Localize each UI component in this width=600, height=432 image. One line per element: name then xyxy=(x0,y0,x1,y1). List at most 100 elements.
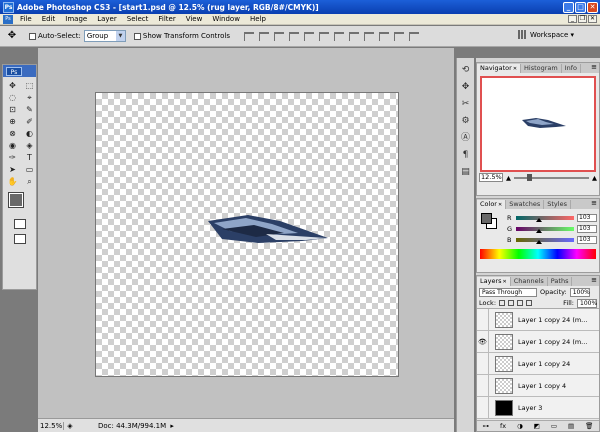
tab-info[interactable]: Info xyxy=(562,64,582,73)
slider-knob[interactable] xyxy=(536,228,543,233)
auto-select-checkbox[interactable]: Auto-Select: xyxy=(29,32,81,40)
menu-edit[interactable]: Edit xyxy=(37,14,61,25)
tab-histogram[interactable]: Histogram xyxy=(521,64,562,73)
path-select-tool-icon[interactable]: ➤ xyxy=(5,164,20,175)
tab-layers[interactable]: Layers✕ xyxy=(477,277,511,286)
lock-position-icon[interactable] xyxy=(517,300,524,306)
tab-swatches[interactable]: Swatches xyxy=(506,200,545,209)
layer-visibility-eye-icon[interactable] xyxy=(477,374,489,397)
color-spectrum-bar[interactable] xyxy=(480,249,596,259)
close-button[interactable]: ✕ xyxy=(587,1,598,13)
zoom-in-icon[interactable]: ▲ xyxy=(592,174,597,182)
navigator-zoom-knob[interactable] xyxy=(526,173,532,181)
link-layers-icon[interactable]: ⊶ xyxy=(482,422,489,430)
align-center-icon[interactable] xyxy=(303,31,314,41)
status-info-icon[interactable]: ◈ xyxy=(64,422,76,430)
minimize-button[interactable]: _ xyxy=(563,1,574,13)
move-tool-preset-icon[interactable]: ✥ xyxy=(3,29,21,43)
distribute-left-icon[interactable] xyxy=(378,31,389,41)
layer-thumbnail[interactable] xyxy=(495,377,513,394)
layer-thumbnail[interactable] xyxy=(495,399,513,416)
channel-value-field[interactable]: 103 xyxy=(577,213,597,222)
move-tool-icon[interactable]: ✥ xyxy=(5,80,20,91)
align-middle-icon[interactable] xyxy=(258,31,269,41)
show-transform-box[interactable] xyxy=(133,32,141,40)
tool-presets-panel-icon[interactable]: ✂ xyxy=(460,98,472,110)
distribute-center-icon[interactable] xyxy=(393,31,404,41)
align-right-icon[interactable] xyxy=(318,31,329,41)
tab-channels[interactable]: Channels xyxy=(511,277,548,286)
menu-view[interactable]: View xyxy=(181,14,208,25)
menu-window[interactable]: Window xyxy=(207,14,245,25)
navigator-zoom-field[interactable]: 12.5% xyxy=(479,173,503,182)
lock-transparency-icon[interactable] xyxy=(499,300,506,306)
workspace-button[interactable]: Workspace ▾ xyxy=(518,30,574,39)
actions-panel-icon[interactable]: ✥ xyxy=(460,81,472,93)
character-panel-icon[interactable]: Ⓐ xyxy=(460,132,472,144)
layer-visibility-eye-icon[interactable] xyxy=(477,396,489,419)
channel-slider[interactable] xyxy=(516,215,574,222)
layer-thumbnail[interactable] xyxy=(495,333,513,350)
doc-restore-button[interactable]: ❐ xyxy=(578,15,587,23)
navigator-zoom-slider[interactable] xyxy=(514,173,589,181)
zoom-out-icon[interactable]: ▲ xyxy=(506,174,511,182)
stamp-tool-icon[interactable]: ⊗ xyxy=(5,128,20,139)
color-fg-swatch[interactable] xyxy=(481,213,492,224)
channel-slider[interactable] xyxy=(516,226,574,233)
tab-styles[interactable]: Styles xyxy=(544,200,571,209)
doc-minimize-button[interactable]: _ xyxy=(568,15,577,23)
history-brush-tool-icon[interactable]: ◐ xyxy=(22,128,37,139)
menu-image[interactable]: Image xyxy=(60,14,92,25)
layer-thumbnail[interactable] xyxy=(495,311,513,328)
align-left-icon[interactable] xyxy=(288,31,299,41)
zoom-tool-icon[interactable]: ⌕ xyxy=(22,176,37,187)
canvas[interactable] xyxy=(95,92,399,377)
menu-file[interactable]: File xyxy=(15,14,37,25)
layer-visibility-eye-icon[interactable] xyxy=(477,308,489,331)
channel-value-field[interactable]: 103 xyxy=(577,224,597,233)
shape-tool-icon[interactable]: ▭ xyxy=(22,164,37,175)
show-transform-checkbox[interactable]: Show Transform Controls xyxy=(133,32,230,40)
status-menu-arrow[interactable]: ▸ xyxy=(166,422,178,430)
brush-tool-icon[interactable]: ✐ xyxy=(22,116,37,127)
auto-select-box[interactable] xyxy=(29,32,36,40)
quick-mask-icon[interactable] xyxy=(13,219,26,229)
eraser-tool-icon[interactable]: ◉ xyxy=(5,140,20,151)
doc-close-button[interactable]: ✕ xyxy=(588,15,597,23)
opacity-field[interactable]: 100% xyxy=(569,287,590,297)
blur-tool-icon[interactable]: ✑ xyxy=(5,152,20,163)
tab-paths[interactable]: Paths xyxy=(548,277,573,286)
toolbox-header[interactable]: Ps xyxy=(3,65,36,77)
blend-mode-select[interactable]: Pass Through xyxy=(479,287,537,297)
new-group-icon[interactable]: ▭ xyxy=(551,422,557,430)
auto-select-dropdown[interactable]: Group ▼ xyxy=(83,30,126,42)
layer-comps-panel-icon[interactable]: ▤ xyxy=(460,166,472,178)
hand-tool-icon[interactable]: ✋ xyxy=(5,176,20,187)
layer-row[interactable]: Layer 1 copy 24 xyxy=(477,352,599,375)
layer-row[interactable]: Layer 3 xyxy=(477,396,599,419)
layer-visibility-eye-icon[interactable]: 👁 xyxy=(477,330,489,353)
fill-field[interactable]: 100% xyxy=(577,298,597,308)
title-bar[interactable]: Ps Adobe Photoshop CS3 - [start1.psd @ 1… xyxy=(0,0,600,14)
channel-value-field[interactable]: 103 xyxy=(577,235,597,244)
magic-wand-tool-icon[interactable]: ⌖ xyxy=(22,92,37,103)
marquee-tool-icon[interactable]: ⬚ xyxy=(22,80,37,91)
lock-all-icon[interactable] xyxy=(526,300,533,306)
document-icon[interactable]: Ps xyxy=(3,14,13,24)
distribute-middle-icon[interactable] xyxy=(348,31,359,41)
panel-menu-icon[interactable]: ≡ xyxy=(591,63,597,71)
maximize-button[interactable]: □ xyxy=(575,1,586,13)
menu-select[interactable]: Select xyxy=(122,14,154,25)
slider-knob[interactable] xyxy=(536,217,543,222)
align-top-icon[interactable] xyxy=(243,31,254,41)
layer-style-icon[interactable]: fx xyxy=(500,422,506,430)
lasso-tool-icon[interactable]: ◌ xyxy=(5,92,20,103)
layer-row[interactable]: Layer 1 copy 4 xyxy=(477,374,599,397)
menu-layer[interactable]: Layer xyxy=(92,14,122,25)
paragraph-panel-icon[interactable]: ¶ xyxy=(460,149,472,161)
type-tool-icon[interactable]: T xyxy=(22,152,37,163)
foreground-color-swatch[interactable] xyxy=(8,192,24,208)
layer-row[interactable]: Layer 1 copy 24 (m... xyxy=(477,308,599,331)
menu-help[interactable]: Help xyxy=(245,14,271,25)
layer-mask-icon[interactable]: ◑ xyxy=(517,422,523,430)
